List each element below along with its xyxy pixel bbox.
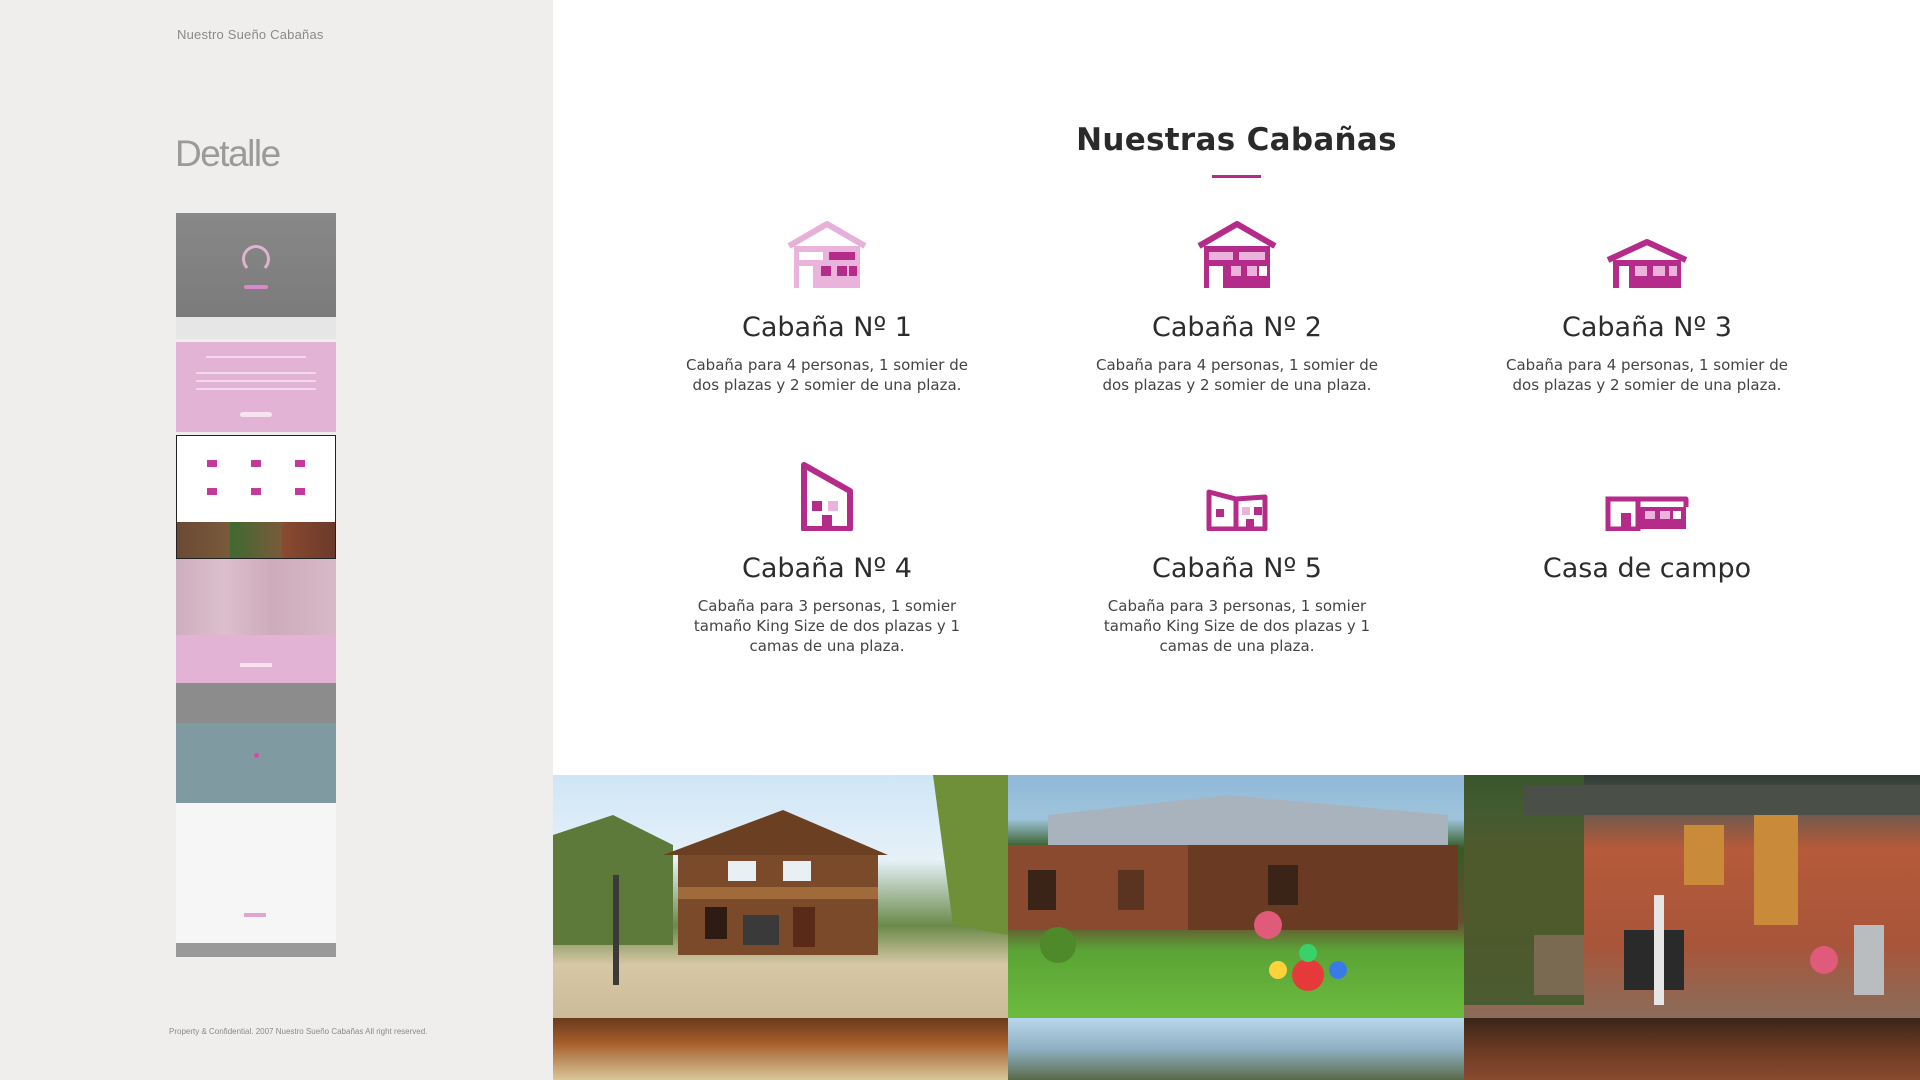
thumbnail-contact[interactable]	[176, 803, 336, 957]
gallery-photo-4[interactable]	[553, 1018, 1008, 1080]
photo-gallery	[553, 775, 1920, 1080]
gallery-photo-2[interactable]	[1008, 775, 1464, 1018]
thumbnail-cabins-active[interactable]	[176, 435, 336, 559]
cabin-title-3: Cabaña Nº 3	[1561, 312, 1732, 343]
sidebar: Nuestro Sueño Cabañas Detalle Property &…	[0, 0, 553, 1080]
thumbnail-about[interactable]	[176, 342, 336, 432]
gallery-photo-3[interactable]	[1464, 775, 1920, 1018]
cabin-card-3: Cabaña Nº 3 Cabaña para 4 personas, 1 so…	[1487, 218, 1807, 395]
gallery-photo-1[interactable]	[553, 775, 1008, 1018]
section-title: Detalle	[175, 133, 281, 174]
cabin-card-2: Cabaña Nº 2 Cabaña para 4 personas, 1 so…	[1077, 218, 1397, 395]
cabin-title-4: Cabaña Nº 4	[741, 553, 912, 584]
cabin-description-4: Cabaña para 3 personas, 1 somier tamaño …	[693, 597, 961, 655]
copyright-text: Property & Confidential. 2007 Nuestro Su…	[169, 1027, 428, 1036]
house-large-icon	[1077, 218, 1397, 290]
brand-name[interactable]: Nuestro Sueño Cabañas	[177, 27, 324, 42]
thumbnail-hero[interactable]	[176, 213, 336, 339]
house-tall-icon	[667, 459, 987, 531]
cabin-description-3: Cabaña para 4 personas, 1 somier de dos …	[1506, 356, 1788, 394]
house-wide-icon	[1487, 218, 1807, 290]
thumbnail-gallery[interactable]	[176, 559, 336, 635]
cabin-card-4: Cabaña Nº 4 Cabaña para 3 personas, 1 so…	[667, 459, 987, 656]
cabin-title-2: Cabaña Nº 2	[1151, 312, 1322, 343]
thumbnail-cta[interactable]	[176, 635, 336, 683]
logo-icon	[242, 245, 270, 273]
gallery-photo-5[interactable]	[1008, 1018, 1464, 1080]
gallery-photo-6[interactable]	[1464, 1018, 1920, 1080]
cabin-card-1: Cabaña Nº 1 Cabaña para 4 personas, 1 so…	[667, 218, 987, 395]
thumbnail-map[interactable]	[176, 683, 336, 803]
cabin-card-5: Cabaña Nº 5 Cabaña para 3 personas, 1 so…	[1077, 459, 1397, 656]
cabin-title-5: Cabaña Nº 5	[1151, 553, 1322, 584]
main-preview: Nuestras Cabañas Cabaña Nº 1 Cabaña para…	[553, 0, 1920, 1080]
cabin-description-5: Cabaña para 3 personas, 1 somier tamaño …	[1103, 597, 1371, 655]
cabin-title-1: Cabaña Nº 1	[741, 312, 912, 343]
cabin-description-2: Cabaña para 4 personas, 1 somier de dos …	[1096, 356, 1378, 394]
country-house-card: Casa de campo	[1487, 459, 1807, 584]
house-large-light-icon	[667, 218, 987, 290]
country-house-icon	[1487, 459, 1807, 531]
house-split-icon	[1077, 459, 1397, 531]
country-house-title: Casa de campo	[1542, 553, 1752, 584]
page-title: Nuestras Cabañas	[1076, 122, 1397, 158]
cabin-description-1: Cabaña para 4 personas, 1 somier de dos …	[686, 356, 968, 394]
title-underline	[1212, 175, 1261, 178]
page-thumbnails	[176, 213, 336, 957]
